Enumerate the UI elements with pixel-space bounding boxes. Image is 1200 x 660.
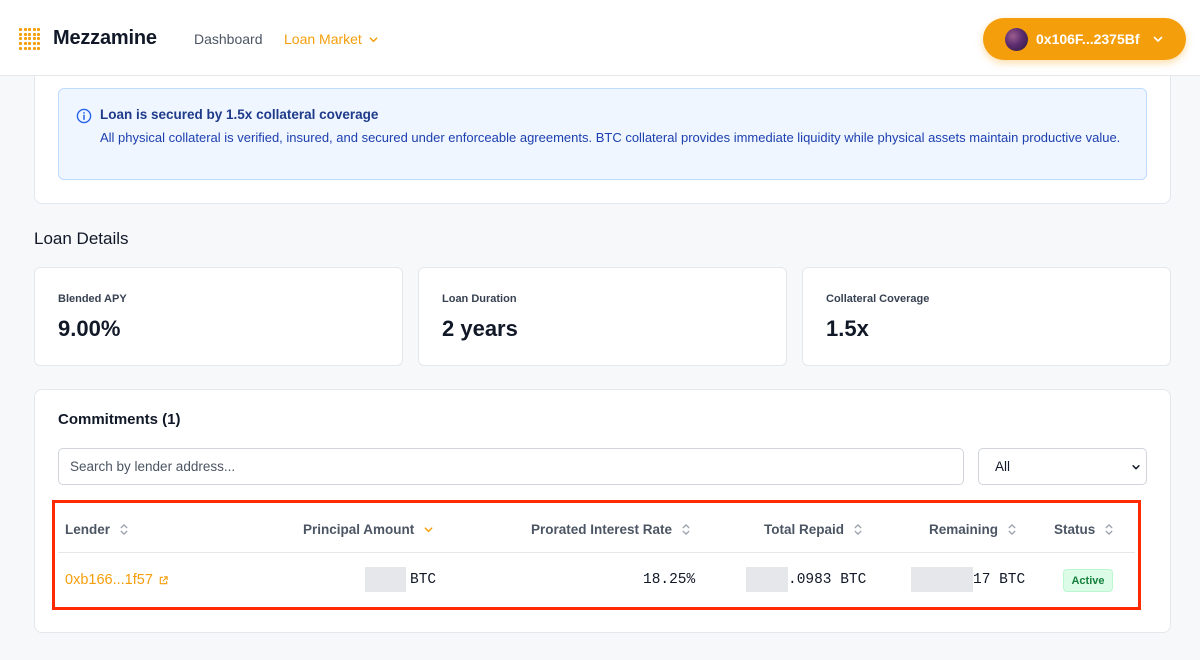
column-header-remaining[interactable]: Remaining bbox=[929, 522, 1017, 537]
avatar bbox=[1005, 27, 1028, 51]
nav-loan-market[interactable]: Loan Market bbox=[284, 31, 379, 47]
logo-icon[interactable] bbox=[19, 28, 41, 50]
chevron-down-icon bbox=[1132, 465, 1140, 470]
column-header-label: Remaining bbox=[929, 522, 999, 537]
column-header-label: Total Repaid bbox=[764, 522, 845, 537]
column-header-principal[interactable]: Principal Amount bbox=[303, 522, 434, 537]
column-header-lender[interactable]: Lender bbox=[65, 522, 129, 537]
column-header-label: Prorated Interest Rate bbox=[531, 522, 673, 537]
table-divider bbox=[58, 552, 1135, 553]
notice-text: All physical collateral is verified, ins… bbox=[100, 130, 1121, 145]
total-repaid: .0983 BTC bbox=[788, 572, 867, 588]
nav-dashboard[interactable]: Dashboard bbox=[194, 31, 263, 47]
redacted-value bbox=[365, 567, 406, 592]
lender-search-input[interactable] bbox=[58, 448, 964, 485]
notice-title: Loan is secured by 1.5x collateral cover… bbox=[100, 107, 379, 122]
status-badge: Active bbox=[1063, 569, 1113, 592]
external-link-icon bbox=[159, 575, 168, 584]
wallet-button[interactable]: 0x106F...2375Bf bbox=[983, 18, 1186, 60]
column-header-interest-rate[interactable]: Prorated Interest Rate bbox=[531, 522, 691, 537]
column-header-status[interactable]: Status bbox=[1054, 522, 1114, 537]
commitments-title: Commitments (1) bbox=[58, 411, 181, 428]
column-header-label: Lender bbox=[65, 522, 111, 537]
sort-icon bbox=[854, 524, 862, 535]
sort-icon bbox=[120, 524, 128, 535]
stat-value: 2 years bbox=[442, 316, 518, 341]
sort-icon bbox=[682, 524, 690, 535]
loan-details-title: Loan Details bbox=[34, 229, 129, 248]
stat-card-duration: Loan Duration 2 years bbox=[418, 267, 787, 366]
brand-name[interactable]: Mezzamine bbox=[53, 27, 157, 50]
top-navbar: Mezzamine Dashboard Loan Market 0x106F..… bbox=[0, 0, 1200, 76]
column-header-label: Principal Amount bbox=[303, 522, 415, 537]
principal-amount: BTC bbox=[410, 572, 437, 588]
chevron-down-icon bbox=[369, 36, 378, 42]
info-icon bbox=[76, 108, 92, 124]
stat-card-apy: Blended APY 9.00% bbox=[34, 267, 403, 366]
sort-desc-icon bbox=[424, 527, 433, 533]
collateral-notice: Loan is secured by 1.5x collateral cover… bbox=[58, 88, 1147, 180]
stat-label: Collateral Coverage bbox=[826, 293, 930, 305]
wallet-address: 0x106F...2375Bf bbox=[1036, 31, 1140, 47]
stat-value: 1.5x bbox=[826, 316, 869, 341]
status-filter-value: All bbox=[995, 459, 1011, 474]
commitments-table-highlight bbox=[52, 500, 1141, 610]
column-header-total-repaid[interactable]: Total Repaid bbox=[764, 522, 863, 537]
sort-icon bbox=[1008, 524, 1016, 535]
stat-label: Loan Duration bbox=[442, 293, 517, 305]
stat-value: 9.00% bbox=[58, 316, 121, 341]
nav-loan-market-label: Loan Market bbox=[284, 31, 362, 47]
redacted-value bbox=[911, 567, 973, 592]
stat-card-coverage: Collateral Coverage 1.5x bbox=[802, 267, 1171, 366]
redacted-value bbox=[746, 567, 788, 592]
lender-address: 0xb166...1f57 bbox=[65, 572, 153, 588]
column-header-label: Status bbox=[1054, 522, 1096, 537]
remaining-amount: 17 BTC bbox=[973, 572, 1026, 588]
status-filter-select[interactable]: All bbox=[978, 448, 1147, 485]
sort-icon bbox=[1105, 524, 1113, 535]
chevron-down-icon bbox=[1153, 36, 1162, 42]
lender-address-link[interactable]: 0xb166...1f57 bbox=[65, 572, 169, 588]
interest-rate: 18.25% bbox=[643, 572, 696, 588]
stat-label: Blended APY bbox=[58, 293, 127, 305]
